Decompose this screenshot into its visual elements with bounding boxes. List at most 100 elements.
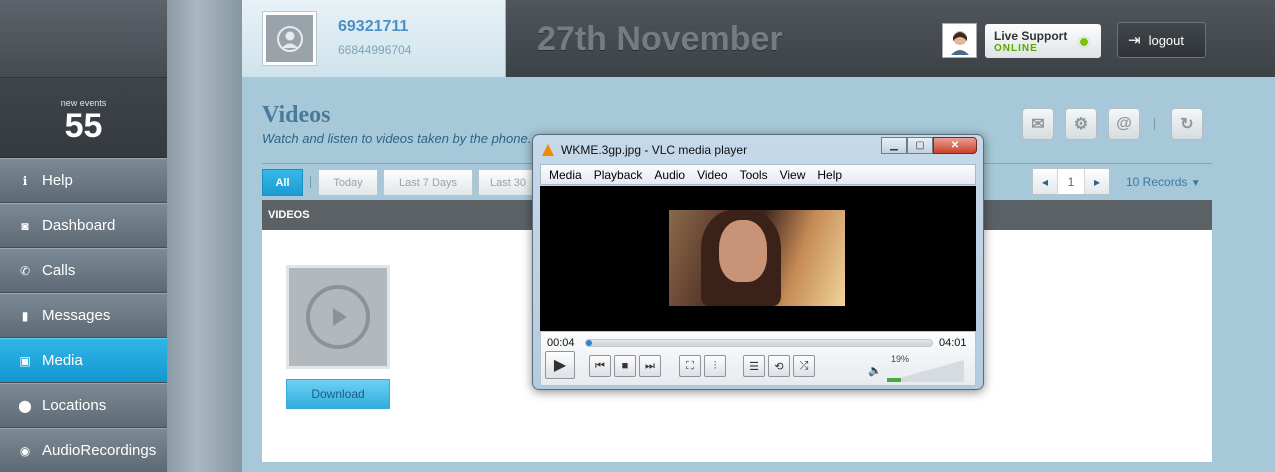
page-title: Videos [262,102,331,128]
repeat-icon: ⟲ [774,360,784,373]
fullscreen-button[interactable]: ⛶ [679,355,701,377]
close-icon: ✕ [950,140,960,151]
new-events-panel: new events 55 [0,78,167,158]
profile-number: 66844996704 [338,43,412,57]
playlist-button[interactable]: ☰ [743,355,765,377]
maximize-icon: ▢ [915,140,925,151]
vlc-window-title: WKME.3gp.jpg - VLC media player [561,142,748,157]
skip-forward-icon: ⏭ [645,359,655,372]
sidebar-item-locations[interactable]: ⬤ Locations [0,383,167,428]
sidebar-item-dashboard[interactable]: ◙ Dashboard [0,203,167,248]
filter-all[interactable]: All [262,169,303,196]
refresh-button[interactable]: ↻ [1171,108,1203,140]
play-icon [306,285,370,349]
records-label: 10 Records [1126,175,1188,189]
vlc-cone-icon [542,143,554,156]
video-area[interactable] [540,186,976,331]
filter-last-30[interactable]: Last 30 [478,169,538,196]
equalizer-icon: ⫶ [713,359,717,372]
sidebar-item-label: Locations [42,397,107,414]
chevron-left-icon: ◂ [1041,174,1049,189]
filter-today[interactable]: Today [318,169,378,196]
vlc-controls: 00:04 04:01 ▶ ⏮ ■ ⏭ ⛶ ⫶ ☰ ⟲ ⤮ 🔈 19% [540,331,976,386]
sidebar-item-label: Dashboard [42,217,116,234]
toolbar-divider [1154,118,1155,130]
info-icon: ℹ [22,173,28,188]
menu-video[interactable]: Video [691,168,733,182]
next-button[interactable]: ⏭ [639,355,661,377]
profile-panel: 69321711 66844996704 [242,0,506,77]
stop-button[interactable]: ■ [614,355,636,377]
window-controls: ▁ ▢ ✕ [881,137,977,154]
live-support-widget[interactable]: Live Support ONLINE [942,23,1101,58]
logout-label: logout [1148,32,1184,48]
seek-bar[interactable] [585,339,933,347]
menu-playback[interactable]: Playback [588,168,649,182]
shuffle-button[interactable]: ⤮ [793,355,815,377]
image-icon: ▣ [19,353,31,368]
menu-view[interactable]: View [774,168,812,182]
sidebar-item-calls[interactable]: ✆ Calls [0,248,167,293]
vlc-titlebar[interactable]: WKME.3gp.jpg - VLC media player ▁ ▢ ✕ [533,135,983,164]
top-header: 69321711 66844996704 27th November Live … [242,0,1275,77]
playlist-icon: ☰ [749,360,759,373]
menu-tools[interactable]: Tools [734,168,774,182]
records-per-page-select[interactable]: 10 Records ▼ [1126,175,1201,189]
volume-level [887,378,901,382]
stop-icon: ■ [621,360,629,372]
live-support-button[interactable]: Live Support ONLINE [985,23,1101,58]
settings-button[interactable]: ⚙ [1065,108,1097,140]
envelope-icon: ✉ [1031,116,1045,133]
sidebar-item-label: Media [42,352,83,369]
chevron-right-icon: ▸ [1093,174,1101,189]
sidebar-item-label: Messages [42,307,111,324]
video-thumbnail[interactable] [286,265,390,369]
download-button[interactable]: Download [286,379,390,409]
play-button[interactable]: ▶ [545,351,575,379]
loop-button[interactable]: ⟲ [768,355,790,377]
skip-back-icon: ⏮ [595,359,605,372]
online-status-icon [1079,36,1089,47]
at-sign-button[interactable]: @ [1108,108,1140,140]
user-icon [276,25,303,52]
extended-settings-button[interactable]: ⫶ [704,355,726,377]
play-icon: ▶ [553,357,567,374]
prev-page-button[interactable]: ◂ [1033,169,1057,194]
chevron-down-icon: ▼ [1190,178,1201,189]
close-button[interactable]: ✕ [933,137,977,154]
logout-button[interactable]: ⇥ logout [1117,22,1206,58]
sidebar-item-label: AudioRecordings [42,442,157,459]
new-events-count: 55 [64,107,103,145]
sidebar-item-label: Calls [42,262,76,279]
filter-last-7-days[interactable]: Last 7 Days [383,169,473,196]
pagination: ◂ 1 ▸ [1032,168,1110,195]
sidebar-item-audiorecordings[interactable]: ◉ AudioRecordings [0,428,167,472]
sidebar-item-media[interactable]: ▣ Media [0,338,167,383]
sidebar-item-help[interactable]: ℹ Help [0,158,167,203]
menu-help[interactable]: Help [811,168,848,182]
previous-button[interactable]: ⏮ [589,355,611,377]
microphone-icon: ◉ [19,443,31,458]
fullscreen-icon: ⛶ [686,359,694,372]
video-frame [669,210,845,306]
support-agent-icon [942,23,977,58]
minimize-button[interactable]: ▁ [881,137,907,154]
menu-media[interactable]: Media [543,168,588,182]
at-sign-icon: @ [1116,115,1132,132]
menu-audio[interactable]: Audio [648,168,691,182]
current-date: 27th November [537,20,783,58]
page-number: 1 [1057,169,1085,194]
vlc-menubar: Media Playback Audio Video Tools View He… [540,164,976,185]
camera-icon: ◙ [21,218,29,233]
next-page-button[interactable]: ▸ [1085,169,1109,194]
speaker-icon[interactable]: 🔈 [868,364,882,377]
time-elapsed: 00:04 [547,337,575,349]
maximize-button[interactable]: ▢ [907,137,933,154]
sidebar-item-messages[interactable]: ▮ Messages [0,293,167,338]
page-subtitle: Watch and listen to videos taken by the … [262,131,532,146]
email-button[interactable]: ✉ [1022,108,1054,140]
minimize-icon: ▁ [890,140,898,151]
vlc-window: WKME.3gp.jpg - VLC media player ▁ ▢ ✕ Me… [532,134,984,390]
chat-icon: ▮ [21,308,29,323]
phone-icon: ✆ [19,263,31,278]
